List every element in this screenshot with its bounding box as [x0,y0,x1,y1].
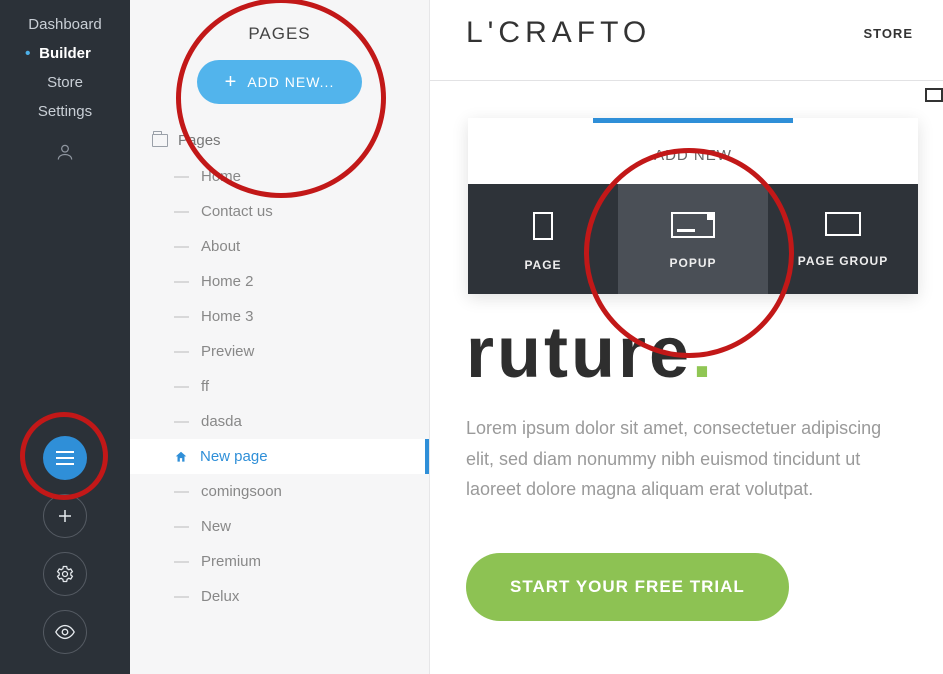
add-button[interactable] [43,494,87,538]
nav-settings[interactable]: Settings [38,103,92,120]
page-item-label: Preview [201,343,254,360]
page-item-label: comingsoon [201,483,282,500]
add-popup-option[interactable]: POPUP [618,184,768,294]
add-new-dropdown: ADD NEW PAGE POPUP PAGE GROUP [468,118,918,294]
dash-icon: — [174,518,189,535]
dash-icon: — [174,273,189,290]
store-link[interactable]: STORE [863,26,913,41]
page-item[interactable]: — dasda [130,404,429,439]
main-nav: Dashboard Builder Store Settings [0,0,130,167]
sidebar-tools [0,436,130,654]
page-item-label: Home 2 [201,273,254,290]
dash-icon: — [174,238,189,255]
add-option-label: PAGE GROUP [798,254,888,268]
page-item-label: ff [201,378,209,395]
page-item[interactable]: — Home 3 [130,299,429,334]
dash-icon: — [174,203,189,220]
page-item-label: Home 3 [201,308,254,325]
site-title: L'CRAFTO [466,16,651,50]
nav-builder[interactable]: Builder [39,45,91,62]
hero-headline: ruture. [466,317,907,389]
add-pagegroup-option[interactable]: PAGE GROUP [768,184,918,294]
nav-store[interactable]: Store [47,74,83,91]
folder-icon [152,134,168,147]
page-item-label: Delux [201,588,239,605]
page-item[interactable]: — comingsoon [130,474,429,509]
page-item[interactable]: — About [130,229,429,264]
pages-panel-title: PAGES [130,0,429,60]
user-icon[interactable] [55,142,75,167]
page-item[interactable]: — Contact us [130,194,429,229]
page-item[interactable]: — ff [130,369,429,404]
page-icon [533,212,553,240]
add-option-label: PAGE [524,258,561,272]
page-item[interactable]: — Delux [130,579,429,614]
page-item[interactable]: — Home [130,159,429,194]
eye-icon [54,621,76,643]
main-sidebar: Dashboard Builder Store Settings [0,0,130,674]
pages-folder-label: Pages [178,132,221,149]
dash-icon: — [174,343,189,360]
dash-icon: — [174,483,189,500]
settings-button[interactable] [43,552,87,596]
dash-icon: — [174,413,189,430]
preview-header: L'CRAFTO STORE [430,0,943,81]
page-item-label: New [201,518,231,535]
page-item-active[interactable]: New page [130,439,429,474]
preview-canvas: L'CRAFTO STORE ruture. Lorem ipsum dolor… [430,0,943,674]
page-item[interactable]: — New [130,509,429,544]
page-item[interactable]: — Home 2 [130,264,429,299]
hamburger-icon [56,451,74,465]
add-new-label: ADD NEW... [247,74,334,90]
page-item-label: About [201,238,240,255]
home-icon [174,450,188,464]
dropdown-title: ADD NEW [468,123,918,184]
add-new-options: PAGE POPUP PAGE GROUP [468,184,918,294]
dash-icon: — [174,553,189,570]
page-item-label: dasda [201,413,242,430]
page-item[interactable]: — Premium [130,544,429,579]
cta-button[interactable]: START YOUR FREE TRIAL [466,553,789,621]
popup-icon [671,212,715,238]
dash-icon: — [174,308,189,325]
hero-paragraph: Lorem ipsum dolor sit amet, consectetuer… [466,413,896,505]
plus-icon: + [225,72,238,92]
preview-button[interactable] [43,610,87,654]
dash-icon: — [174,168,189,185]
page-item-label: New page [200,448,268,465]
plus-icon [56,507,74,525]
page-group-icon [825,212,861,236]
hamburger-button[interactable] [43,436,87,480]
dash-icon: — [174,588,189,605]
resize-handle[interactable] [925,88,943,102]
pages-folder[interactable]: Pages [130,122,429,159]
gear-icon [55,564,75,584]
nav-dashboard[interactable]: Dashboard [28,16,101,33]
page-item-label: Home [201,168,241,185]
page-list: — Home — Contact us — About — Home 2 — Home 3… [130,159,429,614]
add-option-label: POPUP [669,256,716,270]
pages-panel: PAGES + ADD NEW... Pages — Home — Contact … [130,0,430,674]
add-new-page-button[interactable]: + ADD NEW... [197,60,363,104]
page-item[interactable]: — Preview [130,334,429,369]
hero-headline-dot: . [692,313,715,393]
page-item-label: Premium [201,553,261,570]
page-item-label: Contact us [201,203,273,220]
add-page-option[interactable]: PAGE [468,184,618,294]
hero-headline-text: ruture [466,313,692,393]
dash-icon: — [174,378,189,395]
